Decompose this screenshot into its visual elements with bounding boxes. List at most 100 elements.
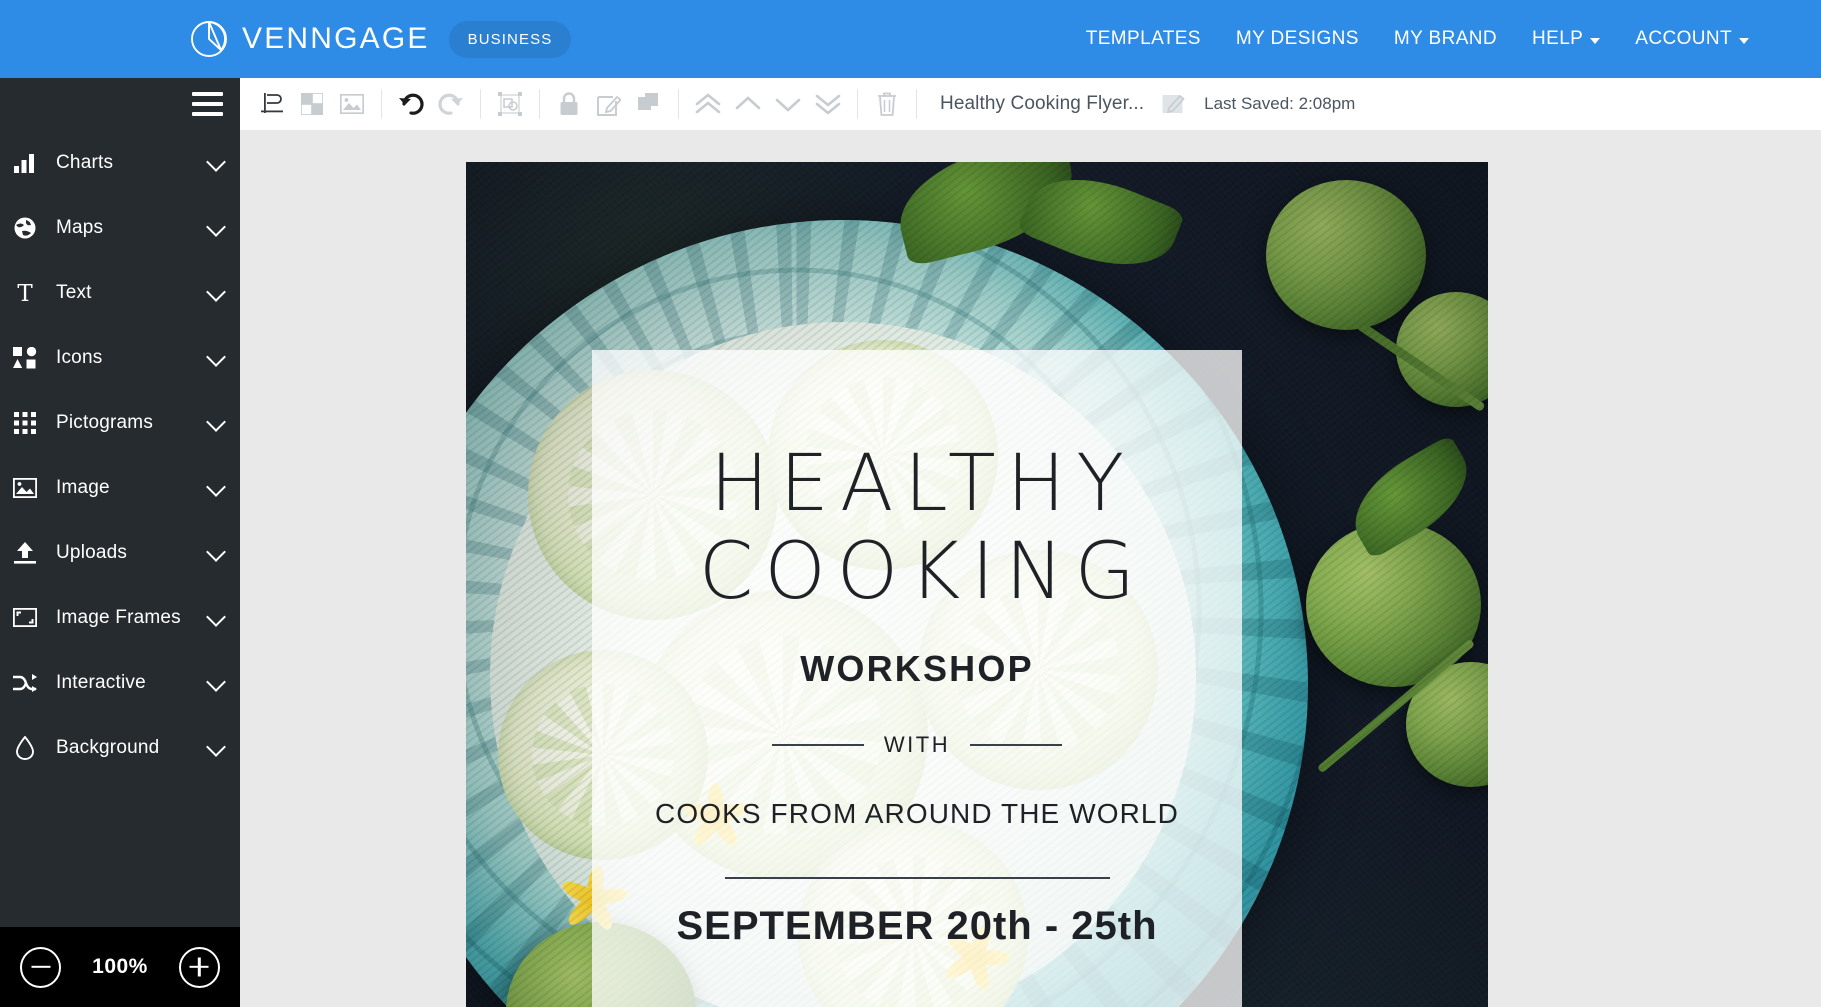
brand-name: VENNGAGE: [242, 22, 430, 55]
sidebar-item-charts[interactable]: Charts: [0, 130, 240, 195]
sidebar-label-maps: Maps: [56, 216, 104, 238]
align-icon[interactable]: [255, 87, 289, 121]
sidebar-item-uploads[interactable]: Uploads: [0, 520, 240, 585]
sidebar-label-pictograms: Pictograms: [56, 411, 154, 433]
sidebar-label-uploads: Uploads: [56, 541, 128, 563]
zoom-in-icon[interactable]: [178, 946, 220, 988]
canvas-workspace[interactable]: HEALTHY COOKING WORKSHOP WITH COOKS FROM…: [240, 130, 1821, 1007]
zoom-controls: 100%: [0, 927, 240, 1007]
brand-logo[interactable]: VENNGAGE: [189, 19, 430, 59]
globe-icon: [8, 216, 42, 240]
editor-toolbar: Healthy Cooking Flyer... Last Saved: 2:0…: [240, 78, 1821, 130]
flyer-title-line-2[interactable]: COOKING: [592, 528, 1242, 616]
bring-forward-icon[interactable]: [731, 87, 765, 121]
flyer-title-line-1[interactable]: HEALTHY: [592, 440, 1242, 528]
droplet-icon: [8, 735, 42, 760]
hamburger-menu-icon[interactable]: [192, 92, 223, 116]
nav-label-account: ACCOUNT: [1635, 28, 1732, 49]
flyer-subtitle[interactable]: WORKSHOP: [592, 648, 1242, 690]
nav-item-my-brand[interactable]: MY BRAND: [1394, 28, 1497, 50]
nav-label-help: HELP: [1532, 28, 1584, 49]
chevron-down-icon[interactable]: [207, 218, 226, 237]
chevron-down-icon[interactable]: [207, 608, 226, 627]
svg-text:T: T: [17, 281, 33, 305]
sidebar-label-image-frames: Image Frames: [56, 606, 181, 628]
text-t-icon: T: [8, 281, 42, 305]
nav-item-my-designs[interactable]: MY DESIGNS: [1236, 28, 1359, 50]
sidebar-item-maps[interactable]: Maps: [0, 195, 240, 260]
chevron-down-icon[interactable]: [207, 738, 226, 757]
divider-right: [970, 744, 1063, 747]
venngage-editor: VENNGAGE BUSINESS TEMPLATES MY DESIGNS M…: [0, 0, 1821, 1007]
nav-links: TEMPLATES MY DESIGNS MY BRAND HELP ACCOU…: [1086, 28, 1749, 50]
left-sidebar: Charts Maps T Text Icons Pictograms Imag…: [0, 78, 240, 1007]
last-saved-label: Last Saved: 2:08pm: [1204, 93, 1356, 113]
sidebar-label-background: Background: [56, 736, 160, 758]
edit-icon[interactable]: [592, 87, 626, 121]
sidebar-item-interactive[interactable]: Interactive: [0, 650, 240, 715]
toolbar-divider: [857, 88, 858, 119]
toolbar-divider: [916, 88, 917, 119]
sidebar-item-image-frames[interactable]: Image Frames: [0, 585, 240, 650]
send-to-back-icon[interactable]: [811, 87, 845, 121]
design-canvas-page[interactable]: HEALTHY COOKING WORKSHOP WITH COOKS FROM…: [466, 162, 1488, 1007]
chevron-down-icon[interactable]: [207, 153, 226, 172]
flyer-with-row: WITH: [592, 732, 1242, 758]
top-navigation-bar: VENNGAGE BUSINESS TEMPLATES MY DESIGNS M…: [0, 0, 1821, 78]
nav-item-templates[interactable]: TEMPLATES: [1086, 28, 1201, 50]
chevron-down-icon: [1590, 37, 1601, 44]
nav-item-account[interactable]: ACCOUNT: [1635, 28, 1749, 50]
flyer-date[interactable]: SEPTEMBER 20th - 25th: [592, 904, 1242, 949]
chevron-down-icon[interactable]: [207, 348, 226, 367]
toolbar-divider: [678, 88, 679, 119]
sidebar-item-icons[interactable]: Icons: [0, 325, 240, 390]
image-icon[interactable]: [335, 87, 369, 121]
document-title[interactable]: Healthy Cooking Flyer...: [940, 93, 1144, 115]
nav-label-my-designs: MY DESIGNS: [1235, 28, 1359, 49]
flyer-presenter[interactable]: COOKS FROM AROUND THE WORLD: [592, 798, 1242, 830]
plan-badge[interactable]: BUSINESS: [448, 20, 572, 58]
crop-shape-icon[interactable]: [295, 87, 329, 121]
chevron-down-icon[interactable]: [207, 543, 226, 562]
nav-label-my-brand: MY BRAND: [1393, 28, 1498, 49]
undo-icon[interactable]: [394, 87, 428, 121]
trash-icon[interactable]: [870, 87, 904, 121]
chevron-down-icon[interactable]: [207, 478, 226, 497]
bring-to-front-icon[interactable]: [691, 87, 725, 121]
sidebar-label-image: Image: [56, 476, 110, 498]
send-backward-icon[interactable]: [771, 87, 805, 121]
zoom-out-icon[interactable]: [20, 946, 62, 988]
group-icon[interactable]: [493, 87, 527, 121]
sidebar-menu-row: [0, 78, 240, 130]
sidebar-label-text: Text: [56, 281, 92, 303]
sidebar-label-icons: Icons: [56, 346, 103, 368]
sidebar-item-pictograms[interactable]: Pictograms: [0, 390, 240, 455]
chevron-down-icon[interactable]: [207, 413, 226, 432]
zoom-level-label: 100%: [92, 955, 148, 978]
divider-left: [771, 744, 864, 747]
flyer-with-label[interactable]: WITH: [884, 732, 950, 758]
flyer-divider: [724, 877, 1110, 880]
frame-icon: [8, 608, 42, 627]
bar-chart-icon: [8, 153, 42, 173]
toolbar-divider: [381, 88, 382, 119]
toolbar-divider: [539, 88, 540, 119]
sidebar-item-text[interactable]: T Text: [0, 260, 240, 325]
rename-pencil-icon[interactable]: [1156, 87, 1190, 121]
sidebar-item-background[interactable]: Background: [0, 715, 240, 780]
nav-item-help[interactable]: HELP: [1532, 28, 1601, 50]
sidebar-item-image[interactable]: Image: [0, 455, 240, 520]
flyer-text-block: HEALTHY COOKING WORKSHOP WITH COOKS FROM…: [592, 350, 1242, 949]
redo-icon[interactable]: [434, 87, 468, 121]
venngage-circle-logo-icon: [189, 19, 229, 59]
chevron-down-icon[interactable]: [207, 283, 226, 302]
picture-icon: [8, 477, 42, 498]
chevron-down-icon[interactable]: [207, 673, 226, 692]
chevron-down-icon: [1739, 37, 1749, 44]
dot-grid-icon: [8, 411, 42, 434]
copy-icon[interactable]: [632, 87, 666, 121]
upload-arrow-icon: [8, 541, 42, 564]
lock-icon[interactable]: [552, 87, 586, 121]
shuffle-arrows-icon: [8, 673, 42, 693]
toolbar-divider: [480, 88, 481, 119]
